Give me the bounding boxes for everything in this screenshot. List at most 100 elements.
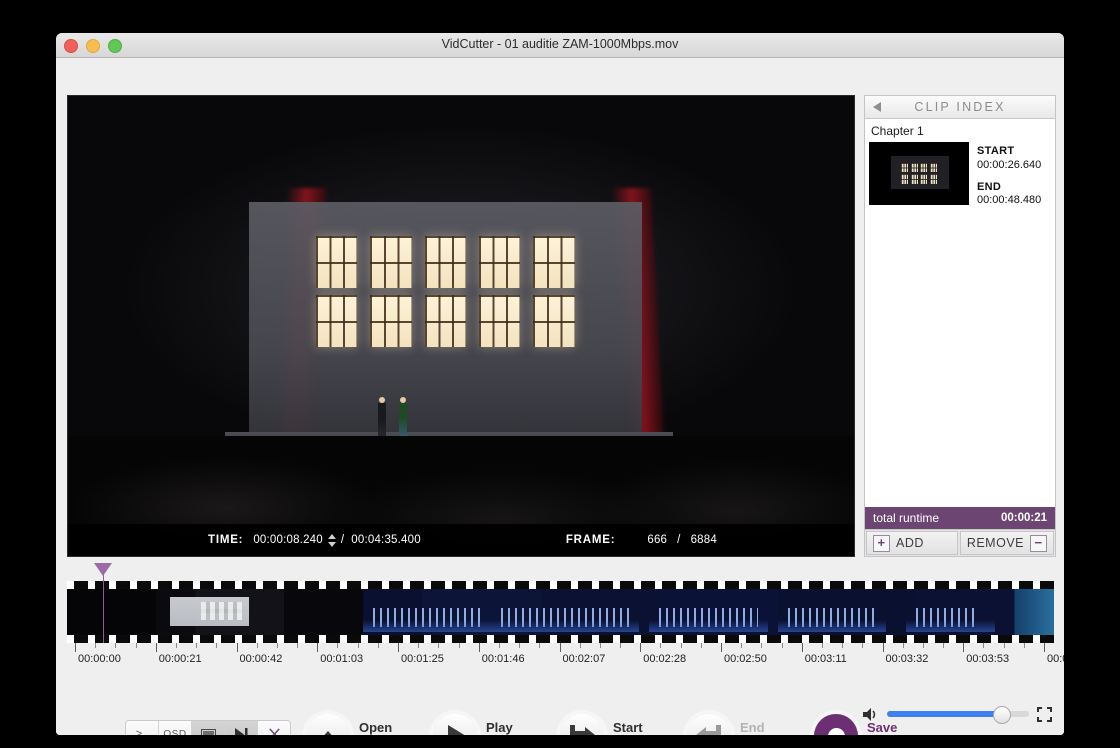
filmstrip-thumbnails [67,589,1054,635]
ruler-tick-minor [418,643,420,648]
ruler-tick-minor [438,643,440,648]
clip-times: START 00:00:26.640 END 00:00:48.480 [977,142,1041,208]
ruler-tick-minor [458,643,460,648]
cut-scissors-icon[interactable] [258,721,290,735]
spinner-down-icon[interactable] [327,541,336,547]
clip-index-header: CLIP INDEX [865,96,1055,119]
step-frame-icon[interactable] [225,721,258,735]
clip-start-label: START [977,145,1015,157]
ruler-tick-major [236,643,238,652]
ruler-tick-major [1044,643,1045,652]
window-titlebar[interactable]: VidCutter - 01 auditie ZAM-1000Mbps.mov [56,33,1064,58]
ruler-tick-major [640,643,642,652]
ruler-tick-major [963,643,965,652]
remove-clip-button[interactable]: REMOVE − [959,531,1054,555]
video-frame-image [68,96,854,556]
timeline-slider-track[interactable] [67,563,1054,643]
minus-icon: − [1030,534,1047,552]
ruler-tick-minor [357,643,359,648]
open-media-label: Open Media [359,720,396,735]
clip-index-panel: CLIP INDEX Chapter 1 START 00:00:26.640 [864,95,1056,557]
volume-row [862,704,1052,724]
add-clip-button[interactable]: + ADD [866,531,958,555]
clip-thumbnail [869,142,969,205]
time-spinner[interactable] [327,533,336,547]
plus-icon: + [873,534,890,552]
list-item[interactable]: START 00:00:26.640 END 00:00:48.480 [865,140,1055,208]
ruler-tick-minor [579,643,581,648]
ruler-tick-minor [175,643,177,648]
thumbnail-toggle-icon[interactable] [192,721,225,735]
ruler-tick-minor [983,643,985,648]
video-osd-bar: TIME: 00:00:08.240 / 00:04:35.400 FRAME:… [68,524,854,556]
volume-slider[interactable] [887,706,1029,724]
timeline-filmstrip[interactable] [67,581,1054,643]
ruler-tick-minor [761,643,763,648]
ruler-tick-minor [519,643,521,648]
clip-start-time: 00:00:26.640 [977,158,1042,171]
window-body: TIME: 00:00:08.240 / 00:04:35.400 FRAME:… [56,58,1064,735]
terminal-icon[interactable]: >_ [126,721,159,735]
filmstrip-sprockets-bottom [67,635,1054,643]
spinner-up-icon[interactable] [327,533,336,539]
ruler-tick-minor [741,643,743,648]
ruler-tick-major [801,643,803,652]
ruler-tick-major [559,643,561,652]
window-title: VidCutter - 01 auditie ZAM-1000Mbps.mov [441,37,679,51]
vidcutter-window: VidCutter - 01 auditie ZAM-1000Mbps.mov [56,33,1064,735]
ruler-tick-label: 00:03:32 [885,653,929,665]
clip-index-title: CLIP INDEX [914,100,1006,114]
speaker-icon[interactable] [862,707,879,722]
clip-index-list[interactable]: START 00:00:26.640 END 00:00:48.480 [865,140,1055,507]
end-clip-line1: End [740,720,765,735]
playhead-marker[interactable] [93,563,112,643]
ruler-tick-minor [1003,643,1005,648]
ruler-tick-label: 00:01:03 [320,653,364,665]
clip-start-icon[interactable] [560,714,604,735]
timeline-ruler: 00:00:00 00:00:21 00:00:42 00:01:03 00:01:25… [67,643,1064,673]
ruler-tick-minor [135,643,137,648]
ruler-tick-minor [680,643,682,648]
mini-toolbar: >_ OSD [125,720,291,735]
ruler-tick-minor [660,643,662,648]
ruler-tick-minor [95,643,97,648]
playhead-handle-icon[interactable] [93,563,112,576]
desktop-background: VidCutter - 01 auditie ZAM-1000Mbps.mov [0,0,1120,748]
ruler-tick-minor [700,643,702,648]
osd-time-label: TIME: [208,534,244,546]
timeline[interactable]: 00:00:00 00:00:21 00:00:42 00:01:03 00:01:25… [67,563,1064,673]
ruler-tick-minor [842,643,844,648]
ruler-tick-minor [1023,643,1025,648]
osd-toggle-button[interactable]: OSD [159,721,192,735]
start-clip-label: Start Clip [613,720,643,735]
ruler-tick-minor [862,643,864,648]
fullscreen-icon[interactable] [1037,706,1052,722]
video-player[interactable]: TIME: 00:00:08.240 / 00:04:35.400 FRAME:… [67,95,855,557]
osd-time-separator: / [340,534,345,546]
clip-end-time: 00:00:48.480 [977,194,1042,207]
ruler-tick-label: 00:00:21 [158,653,202,665]
record-icon[interactable] [814,714,858,735]
total-runtime-bar: total runtime 00:00:21 [865,507,1055,529]
ruler-tick-minor [498,643,500,648]
ruler-tick-label: 00:04:15 [1047,653,1064,665]
open-media-button[interactable]: Open Media [306,714,433,735]
osd-frame-separator: / [677,534,681,546]
ruler-tick-label: 00:00:42 [239,653,283,665]
play-icon[interactable] [433,714,477,735]
ruler-tick-minor [216,643,218,648]
ruler-tick-minor [539,643,541,648]
ruler-tick-minor [337,643,339,648]
play-media-label: Play Media [486,720,523,735]
total-runtime-label: total runtime [873,511,940,525]
osd-time-current[interactable]: 00:00:08.240 [253,534,323,546]
performer-right [398,397,407,441]
eject-icon[interactable] [306,714,350,735]
stage-window-lights [315,236,575,347]
play-media-button[interactable]: Play Media [433,714,560,735]
start-clip-button[interactable]: Start Clip [560,714,687,735]
osd-frame-total: 6884 [690,534,717,546]
chevron-left-icon[interactable] [873,102,881,112]
play-media-line1: Play [486,720,513,735]
ruler-tick-minor [377,643,379,648]
